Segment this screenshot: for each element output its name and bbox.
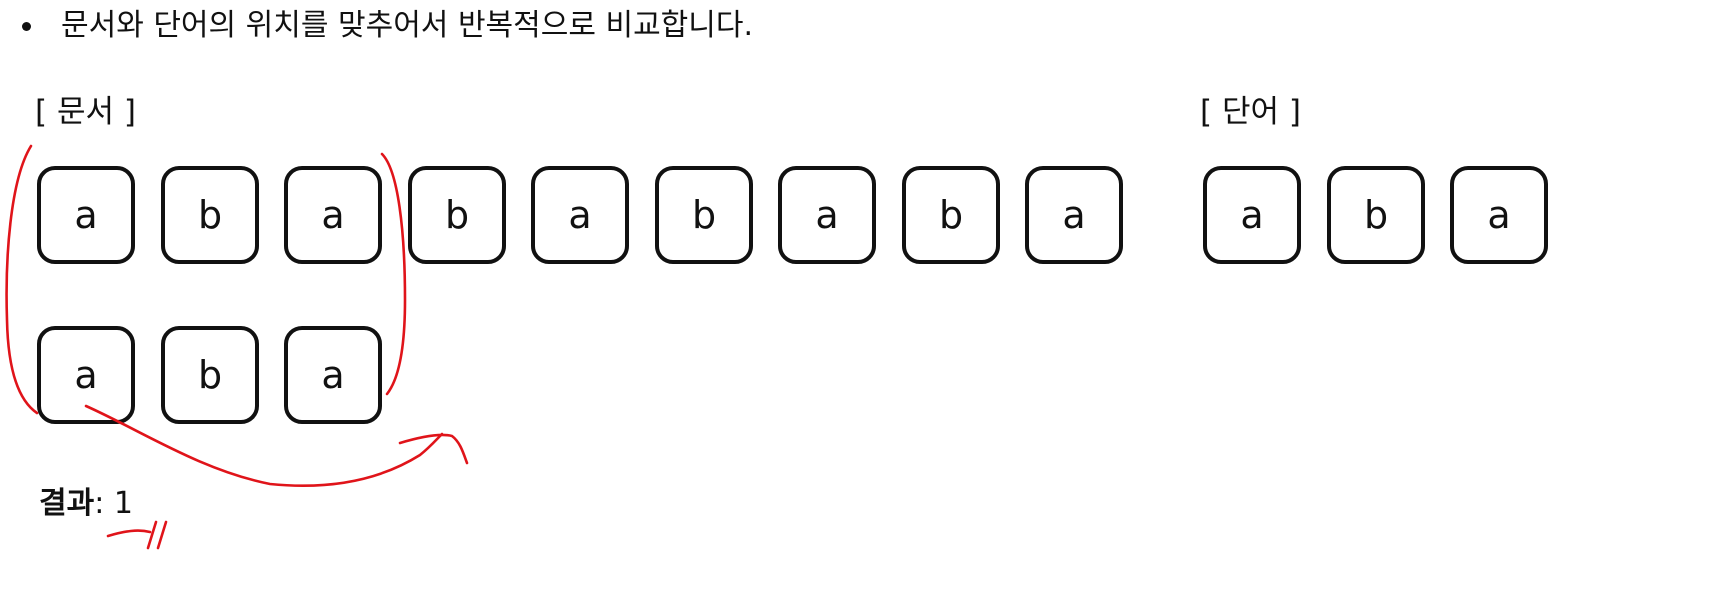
document-cell-1: a <box>37 166 135 264</box>
word-cell-1: a <box>1203 166 1301 264</box>
document-cell-3: a <box>284 166 382 264</box>
shift-arrow-curve <box>84 404 444 487</box>
document-cell-9: a <box>1025 166 1123 264</box>
instruction-text: 문서와 단어의 위치를 맞추어서 반복적으로 비교합니다. <box>61 8 754 43</box>
document-cell-2: b <box>161 166 259 264</box>
word-cell-2: b <box>1327 166 1425 264</box>
instruction-line: 문서와 단어의 위치를 맞추어서 반복적으로 비교합니다. <box>22 2 753 50</box>
handwritten-annotation <box>5 144 469 550</box>
left-bracket-mark <box>5 144 39 415</box>
double-tick-mark-1 <box>106 529 152 538</box>
result-label: 결과 <box>39 486 95 521</box>
double-tick-mark-2 <box>146 520 168 550</box>
bullet-icon <box>22 21 31 31</box>
document-cell-7: a <box>778 166 876 264</box>
word-label: [ 단어 ] <box>1200 94 1301 130</box>
right-bracket-mark <box>380 152 407 396</box>
word-cell-3: a <box>1450 166 1548 264</box>
document-cell-5: a <box>531 166 629 264</box>
result-value: 1 <box>113 486 133 521</box>
document-label: [ 문서 ] <box>35 94 136 130</box>
result-line: 결과: 1 <box>39 484 133 524</box>
shift-arrow-head <box>398 433 469 465</box>
document-cell-8: b <box>902 166 1000 264</box>
comparison-cell-1: a <box>37 326 135 424</box>
document-cell-6: b <box>655 166 753 264</box>
document-cell-4: b <box>408 166 506 264</box>
comparison-cell-2: b <box>161 326 259 424</box>
comparison-cell-3: a <box>284 326 382 424</box>
result-separator: : <box>94 486 114 521</box>
